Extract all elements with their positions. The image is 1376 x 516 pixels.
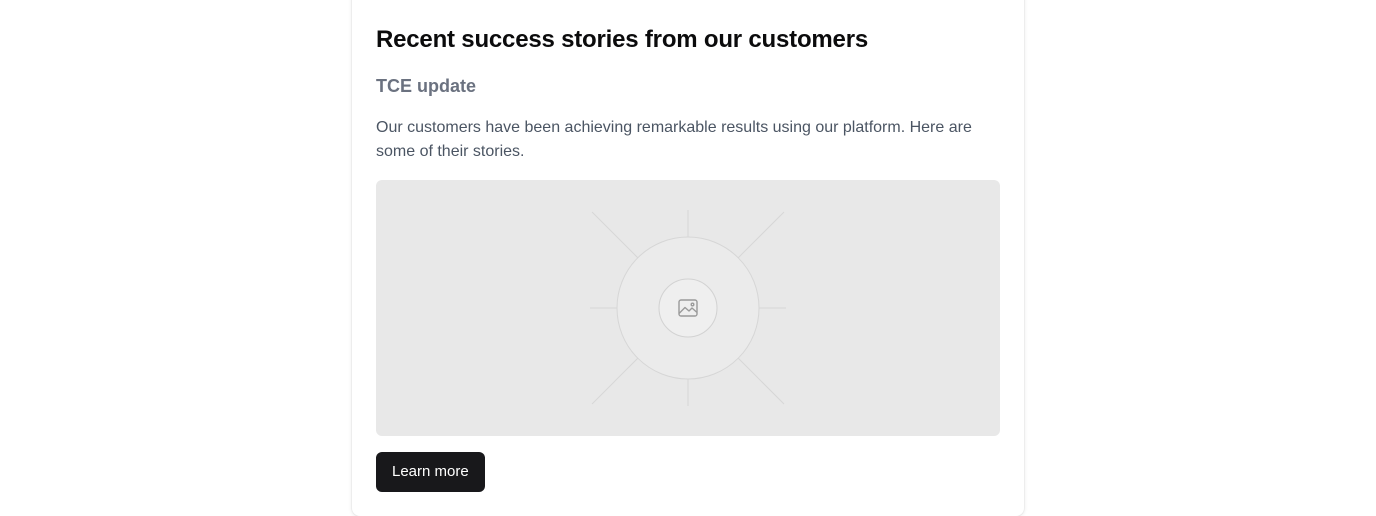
card-title: Recent success stories from our customer… bbox=[376, 26, 868, 53]
card-subtitle: TCE update bbox=[376, 76, 477, 96]
success-stories-card: Recent success stories from our customer… bbox=[352, 0, 1024, 516]
learn-more-button[interactable]: Learn more bbox=[376, 452, 485, 492]
image-placeholder-graphic bbox=[590, 210, 786, 406]
card-description: Our customers have been achieving remark… bbox=[376, 119, 972, 160]
page: Recent success stories from our customer… bbox=[0, 0, 1376, 516]
image-placeholder bbox=[376, 180, 1000, 436]
